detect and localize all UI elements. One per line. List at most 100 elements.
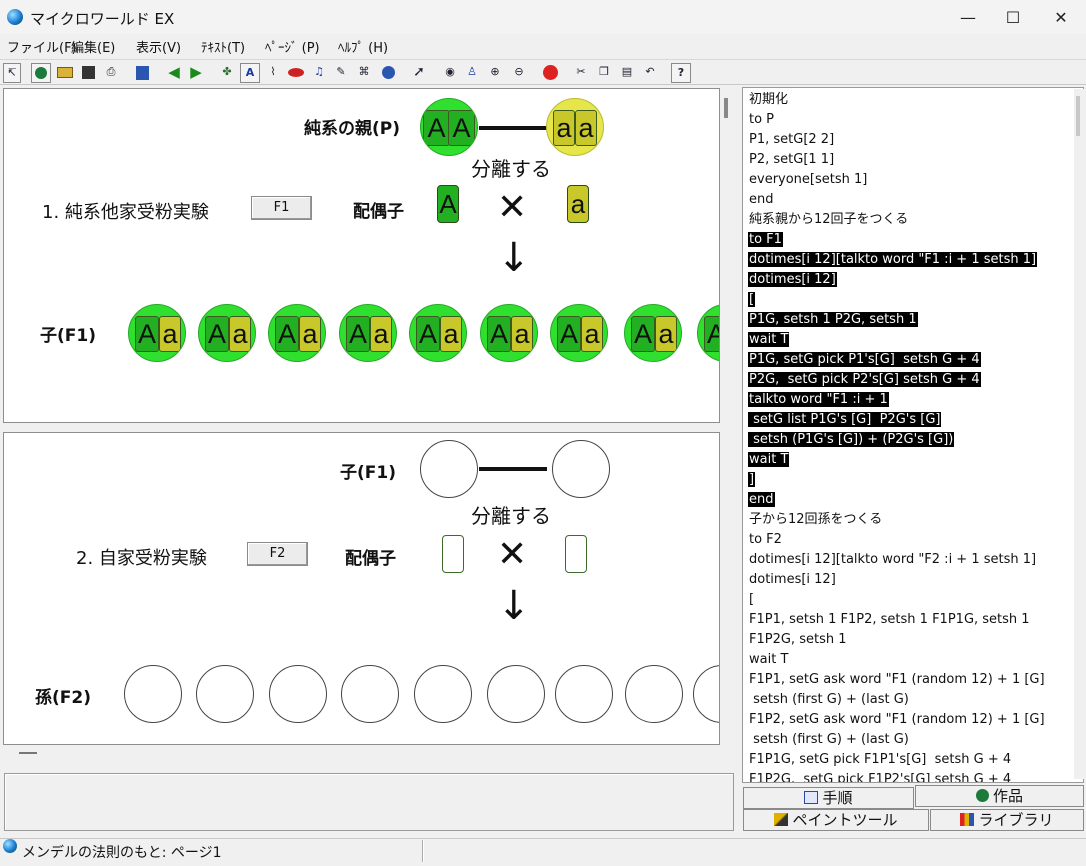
copy-icon[interactable]: ❐ (594, 63, 614, 83)
code-line[interactable]: F1P2, setG ask word "F1 (random 12) + 1 … (748, 710, 1046, 730)
code-line[interactable]: dotimes[i 12][talkto word "F1 :i + 1 set… (748, 250, 1046, 270)
code-line[interactable]: end (748, 190, 1046, 210)
gamete-a[interactable]: a (567, 185, 589, 223)
child-Aa-circle[interactable]: Aa (624, 304, 682, 362)
code-line[interactable]: dotimes[i 12] (748, 570, 1046, 590)
code-line[interactable]: wait T (748, 330, 1046, 350)
child-Aa-circle[interactable]: A (697, 304, 719, 362)
child-Aa-circle[interactable]: Aa (128, 304, 186, 362)
child-Aa-circle[interactable]: Aa (339, 304, 397, 362)
tab-library[interactable]: ライブラリ (930, 809, 1084, 831)
hand-stop-icon[interactable] (540, 63, 560, 83)
grandchild-circle[interactable] (693, 665, 719, 723)
undo-icon[interactable]: ↶ (640, 63, 660, 83)
pen-icon[interactable]: ✎ (331, 63, 351, 83)
child-Aa-circle[interactable]: Aa (409, 304, 467, 362)
procedures-scroll-thumb[interactable] (1076, 96, 1080, 136)
code-line[interactable]: F1P1, setG ask word "F1 (random 12) + 1 … (748, 670, 1046, 690)
save-disk-icon[interactable] (78, 63, 98, 83)
grandchild-circle[interactable] (414, 665, 472, 723)
code-line[interactable]: setsh (first G) + (last G) (748, 730, 1046, 750)
menu-page[interactable]: ﾍﾟｰｼﾞ (P) (265, 37, 320, 56)
grandchild-circle[interactable] (124, 665, 182, 723)
minimize-button[interactable]: — (945, 0, 991, 34)
tab-paint-tool[interactable]: ペイントツール (743, 809, 929, 831)
code-line[interactable]: everyone[setsh 1] (748, 170, 1046, 190)
child-Aa-circle[interactable]: Aa (550, 304, 608, 362)
globe-icon[interactable] (31, 63, 51, 83)
code-line[interactable]: dotimes[i 12][talkto word "F2 :i + 1 set… (748, 550, 1046, 570)
menu-text[interactable]: ﾃｷｽﾄ(T) (201, 37, 245, 56)
code-line[interactable]: wait T (748, 450, 1046, 470)
code-line[interactable]: setsh (P1G's [G]) + (P2G's [G]) (748, 430, 1046, 450)
grandchild-circle[interactable] (269, 665, 327, 723)
open-folder-icon[interactable] (55, 63, 75, 83)
code-line[interactable]: [ (748, 290, 1046, 310)
pointer-small-icon[interactable]: ↸ (3, 63, 21, 83)
gamete-empty-right[interactable] (565, 535, 587, 573)
code-line[interactable]: dotimes[i 12] (748, 270, 1046, 290)
arrow-right-icon[interactable]: ▶ (186, 63, 206, 83)
f1-button[interactable]: F1 (251, 196, 312, 220)
help-icon[interactable]: ? (671, 63, 691, 83)
child-Aa-circle[interactable]: Aa (268, 304, 326, 362)
child-Aa-circle[interactable]: Aa (198, 304, 256, 362)
code-line[interactable]: setsh (first G) + (last G) (748, 690, 1046, 710)
page-scroll-thumb[interactable] (724, 98, 728, 118)
zoom-in-icon[interactable]: ⊕ (485, 63, 505, 83)
parent-AA-circle[interactable]: A A (420, 98, 478, 156)
stamp-icon[interactable]: ♙ (462, 63, 482, 83)
cursor-icon[interactable]: ➚ (409, 63, 429, 83)
code-line[interactable]: wait T (748, 650, 1046, 670)
turtle-hatch-icon[interactable]: ✤ (217, 63, 237, 83)
grandchild-circle[interactable] (196, 665, 254, 723)
code-line[interactable]: 純系親から12回子をつくる (748, 210, 1046, 230)
f1-parent-right-circle[interactable] (552, 440, 610, 498)
grandchild-circle[interactable] (625, 665, 683, 723)
print-icon[interactable]: ⎙ (101, 63, 121, 83)
paint-icon[interactable]: ⌇ (263, 63, 283, 83)
code-line[interactable]: [ (748, 590, 1046, 610)
code-line[interactable]: P2, setG[1 1] (748, 150, 1046, 170)
code-line[interactable]: ] (748, 470, 1046, 490)
gamete-empty-left[interactable] (442, 535, 464, 573)
code-line[interactable]: P1G, setsh 1 P2G, setsh 1 (748, 310, 1046, 330)
procedures-scrollbar[interactable] (1074, 89, 1084, 779)
code-line[interactable]: to F1 (748, 230, 1046, 250)
menu-help[interactable]: ﾍﾙﾌﾟ (H) (338, 37, 388, 56)
code-line[interactable]: setG list P1G's [G] P2G's [G] (748, 410, 1046, 430)
splitter-handle[interactable] (19, 752, 37, 754)
command-center[interactable] (4, 773, 734, 831)
close-button[interactable]: ✕ (1038, 0, 1084, 34)
code-line[interactable]: P1, setG[2 2] (748, 130, 1046, 150)
parent-aa-circle[interactable]: a a (546, 98, 604, 156)
pages-icon[interactable] (132, 63, 152, 83)
globe-small-icon[interactable] (378, 63, 398, 83)
code-line[interactable]: end (748, 490, 1046, 510)
code-line[interactable]: P1G, setG pick P1's[G] setsh G + 4 (748, 350, 1046, 370)
code-line[interactable]: F1P1G, setG pick F1P1's[G] setsh G + 4 (748, 750, 1046, 770)
paste-icon[interactable]: ▤ (617, 63, 637, 83)
grandchild-circle[interactable] (341, 665, 399, 723)
f1-parent-left-circle[interactable] (420, 440, 478, 498)
code-line[interactable]: to F2 (748, 530, 1046, 550)
eye-icon[interactable]: ◉ (440, 63, 460, 83)
scissors-icon[interactable]: ✂ (571, 63, 591, 83)
grandchild-circle[interactable] (555, 665, 613, 723)
menu-file[interactable]: ファイル(F) (7, 37, 77, 56)
movie-icon[interactable]: ⌘ (354, 63, 374, 83)
code-line[interactable]: 初期化 (748, 90, 1046, 110)
code-line[interactable]: talkto word "F1 :i + 1 (748, 390, 1046, 410)
tab-procedures[interactable]: 手順 (743, 787, 914, 809)
procedures-pane[interactable]: 初期化 to P P1, setG[2 2] P2, setG[1 1] everyon… (742, 87, 1084, 783)
menu-view[interactable]: 表示(V) (136, 37, 181, 56)
f2-button[interactable]: F2 (247, 542, 308, 566)
code-line[interactable]: F1P2G, setsh 1 (748, 630, 1046, 650)
maximize-button[interactable]: ☐ (990, 0, 1036, 34)
code-line[interactable]: to P (748, 110, 1046, 130)
code-line[interactable]: 子から12回孫をつくる (748, 510, 1046, 530)
code-line[interactable]: F1P1, setsh 1 F1P2, setsh 1 F1P1G, setsh… (748, 610, 1046, 630)
tab-works[interactable]: 作品 (915, 785, 1084, 807)
eye-box-icon[interactable] (286, 63, 306, 83)
gamete-A[interactable]: A (437, 185, 459, 223)
